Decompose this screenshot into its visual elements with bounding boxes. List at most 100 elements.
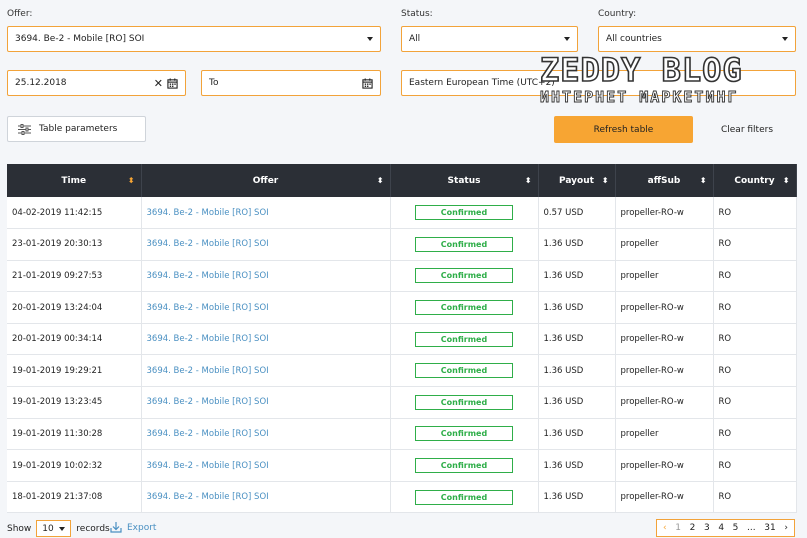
cell-payout: 1.36 USD [538,291,616,324]
cell-country: RO [713,449,797,482]
cell-offer-link[interactable]: 3694. Be-2 - Mobile [RO] SOI [141,386,391,419]
sort-icon[interactable]: ⬍ [700,176,707,185]
cell-offer-link[interactable]: 3694. Be-2 - Mobile [RO] SOI [141,197,391,229]
cell-offer-link[interactable]: 3694. Be-2 - Mobile [RO] SOI [141,354,391,387]
cell-time: 18-01-2019 21:37:08 [7,481,142,513]
cell-affsub: propeller [615,418,714,450]
show-label: Show [7,523,32,534]
timezone-select[interactable]: Eastern European Time (UTC+2) [401,70,796,96]
cell-status: Confirmed [390,386,539,419]
page-link[interactable]: 4 [717,523,725,533]
export-button[interactable]: Export [110,522,156,533]
column-header-label: Status [447,175,481,186]
date-to-placeholder: To [209,78,219,88]
country-select[interactable]: All countries [598,26,796,52]
cell-status: Confirmed [390,481,539,513]
page-link[interactable]: 2 [689,523,697,533]
sort-icon[interactable]: ⬍ [783,176,790,185]
cell-payout: 1.36 USD [538,481,616,513]
calendar-icon[interactable] [167,77,178,89]
offer-select[interactable]: 3694. Be-2 - Mobile [RO] SOI [7,26,381,52]
sort-icon[interactable]: ⬍ [128,176,135,185]
cell-time: 19-01-2019 13:23:45 [7,386,142,419]
page-size-select[interactable]: 10 [36,520,72,537]
conversions-table: Time ⬍ Offer ⬍ Status ⬍ Payout ⬍ affSub ⬍ Cou… [7,164,797,514]
cell-offer-link[interactable]: 3694. Be-2 - Mobile [RO] SOI [141,323,391,355]
cell-affsub: propeller [615,228,714,261]
offer-label: Offer: [7,9,33,19]
status-select-value: All [409,34,421,44]
sort-icon[interactable]: ⬍ [602,176,609,185]
cell-time: 19-01-2019 19:29:21 [7,354,142,387]
column-header-status[interactable]: Status ⬍ [390,164,539,197]
timezone-value: Eastern European Time (UTC+2) [409,78,555,88]
cell-offer-link[interactable]: 3694. Be-2 - Mobile [RO] SOI [141,260,391,292]
chevron-down-icon [564,37,570,41]
cell-offer-link[interactable]: 3694. Be-2 - Mobile [RO] SOI [141,418,391,450]
table-header-row: Time ⬍ Offer ⬍ Status ⬍ Payout ⬍ affSub ⬍ Cou… [7,164,797,197]
status-badge: Confirmed [415,205,513,221]
cell-country: RO [713,197,797,229]
column-header-affsub[interactable]: affSub ⬍ [615,164,714,197]
date-from-input[interactable]: 25.12.2018 ✕ [7,70,186,96]
table-row: 21-01-2019 09:27:53 3694. Be-2 - Mobile [… [7,260,797,292]
page-link[interactable]: 31 [763,523,776,533]
cell-affsub: propeller-RO-w [615,481,714,513]
table-parameters-button[interactable]: Table parameters [7,116,146,142]
page-link[interactable]: 3 [703,523,711,533]
cell-country: RO [713,260,797,292]
page-size-value: 10 [42,523,54,534]
cell-status: Confirmed [390,323,539,355]
prev-page-icon[interactable]: ‹ [662,523,668,533]
column-header-label: Offer [252,175,279,186]
refresh-table-button[interactable]: Refresh table [554,116,693,143]
next-page-icon[interactable]: › [783,523,789,533]
page-link[interactable]: 5 [732,523,740,533]
cell-country: RO [713,323,797,355]
page-size-control: Show 10 records [7,520,110,537]
download-icon [110,522,122,533]
chevron-down-icon [59,526,66,531]
column-header-time[interactable]: Time ⬍ [7,164,142,197]
sort-icon[interactable]: ⬍ [377,176,384,185]
cell-country: RO [713,291,797,324]
cell-payout: 1.36 USD [538,260,616,292]
cell-offer-link[interactable]: 3694. Be-2 - Mobile [RO] SOI [141,481,391,513]
cell-status: Confirmed [390,449,539,482]
cell-status: Confirmed [390,260,539,292]
column-header-label: Time [61,175,87,186]
column-header-offer[interactable]: Offer ⬍ [141,164,391,197]
cell-offer-link[interactable]: 3694. Be-2 - Mobile [RO] SOI [141,291,391,324]
status-select[interactable]: All [401,26,578,52]
column-header-payout[interactable]: Payout ⬍ [538,164,616,197]
page-link[interactable]: 1 [674,523,682,533]
sort-icon[interactable]: ⬍ [525,176,532,185]
cell-affsub: propeller-RO-w [615,291,714,324]
chevron-down-icon [367,37,373,41]
status-badge: Confirmed [415,489,513,505]
column-header-label: Country [734,175,775,186]
column-header-label: Payout [559,175,594,186]
date-to-input[interactable]: To [201,70,381,96]
status-badge: Confirmed [415,363,513,379]
status-badge: Confirmed [415,300,513,316]
cell-time: 20-01-2019 13:24:04 [7,291,142,324]
offer-select-value: 3694. Be-2 - Mobile [RO] SOI [15,34,145,44]
pagination: ‹ 1 2 3 4 5 ... 31 › [656,519,795,537]
cell-country: RO [713,481,797,513]
cell-country: RO [713,354,797,387]
cell-payout: 1.36 USD [538,323,616,355]
column-header-country[interactable]: Country ⬍ [713,164,797,197]
cell-status: Confirmed [390,197,539,229]
country-select-value: All countries [606,34,662,44]
cell-offer-link[interactable]: 3694. Be-2 - Mobile [RO] SOI [141,449,391,482]
clear-date-icon[interactable]: ✕ [154,78,163,89]
calendar-icon[interactable] [362,77,373,89]
cell-affsub: propeller-RO-w [615,323,714,355]
status-badge: Confirmed [415,236,513,252]
cell-payout: 1.36 USD [538,449,616,482]
table-row: 23-01-2019 20:30:13 3694. Be-2 - Mobile [… [7,228,797,261]
cell-offer-link[interactable]: 3694. Be-2 - Mobile [RO] SOI [141,228,391,261]
clear-filters-button[interactable]: Clear filters [708,116,786,143]
table-row: 19-01-2019 10:02:32 3694. Be-2 - Mobile [… [7,449,797,482]
